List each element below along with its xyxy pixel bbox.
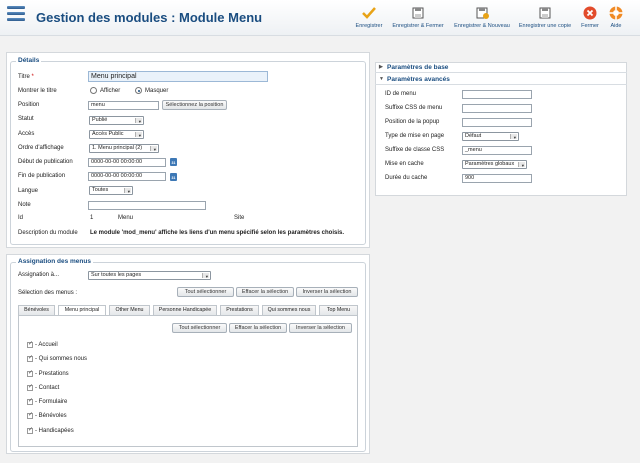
- check-icon: [362, 6, 376, 20]
- menu-item-label: - Prestations: [35, 371, 69, 377]
- menu-item-checkbox[interactable]: [27, 397, 33, 405]
- assignment-legend: Assignation des menus: [16, 258, 93, 265]
- clear-selection-button[interactable]: Effacer la sélection: [236, 287, 294, 297]
- tab-invert-selection-button[interactable]: Inverser la sélection: [289, 323, 352, 333]
- save-close-icon: [411, 6, 425, 20]
- menu-item-label: - Bénévoles: [35, 413, 67, 419]
- description-label: Description du module: [18, 230, 78, 236]
- css-class-suffix-input[interactable]: _menu: [462, 146, 532, 155]
- tab-select-all-button[interactable]: Tout sélectionner: [172, 323, 227, 333]
- menu-item-label: - Handicapées: [35, 428, 74, 434]
- publish-start-input[interactable]: 0000-00-00 00:00:00: [88, 158, 166, 167]
- triangle-right-icon: ▶: [379, 64, 383, 70]
- show-title-radio[interactable]: [90, 87, 97, 94]
- id-value: 1: [90, 215, 94, 221]
- menu-item-label: - Contact: [35, 385, 60, 391]
- show-title-label: Montrer le titre: [18, 88, 57, 94]
- note-input[interactable]: [88, 201, 206, 210]
- page-title: Gestion des modules : Module Menu: [36, 10, 263, 25]
- status-label: Statut: [18, 116, 34, 122]
- cache-time-label: Durée du cache: [385, 175, 428, 181]
- save-copy-button[interactable]: Enregistrer une copie: [516, 6, 574, 29]
- advanced-params-header[interactable]: ▼ Paramètres avancés: [375, 74, 627, 85]
- chevron-down-icon: ▾: [127, 189, 130, 194]
- cache-label: Mise en cache: [385, 161, 424, 167]
- id-menu-text: Menu: [118, 215, 134, 221]
- menu-css-suffix-input[interactable]: [462, 104, 532, 113]
- popup-position-input[interactable]: [462, 118, 532, 127]
- calendar-icon[interactable]: 31: [170, 173, 177, 181]
- layout-type-select[interactable]: Défaut ▾: [462, 132, 519, 141]
- status-select[interactable]: Publié ▾: [89, 116, 144, 125]
- note-label: Note: [18, 202, 31, 208]
- save-close-button[interactable]: Enregistrer & Fermer: [388, 6, 448, 29]
- menu-id-label: ID de menu: [385, 91, 417, 97]
- hide-title-option-label: Masquer: [145, 88, 169, 94]
- close-button[interactable]: Fermer: [579, 6, 601, 29]
- show-title-option-label: Afficher: [100, 88, 121, 94]
- chevron-down-icon: ▾: [153, 147, 156, 152]
- publish-end-input[interactable]: 0000-00-00 00:00:00: [88, 172, 166, 181]
- chevron-down-icon: ▾: [138, 133, 141, 138]
- publish-start-label: Début de publication: [18, 159, 73, 165]
- select-all-button[interactable]: Tout sélectionner: [177, 287, 234, 297]
- menu-module-icon: [7, 6, 25, 26]
- close-icon: [583, 6, 597, 20]
- menu-item-label: - Formulaire: [35, 399, 68, 405]
- invert-selection-button[interactable]: Inverser la sélection: [296, 287, 358, 297]
- language-select[interactable]: Toutes ▾: [89, 186, 133, 195]
- menu-item-checkbox[interactable]: [27, 340, 33, 348]
- chevron-down-icon: ▾: [513, 135, 516, 140]
- menu-selection-label: Sélection des menus :: [18, 290, 78, 296]
- chevron-down-icon: ▾: [138, 119, 141, 124]
- title-input[interactable]: Menu principal: [88, 71, 268, 82]
- assign-to-label: Assignation à...: [18, 272, 60, 278]
- menu-item-label: - Qui sommes nous: [35, 356, 88, 362]
- position-label: Position: [18, 102, 40, 108]
- basic-params-header[interactable]: ▶ Paramètres de base: [375, 62, 627, 73]
- help-icon: [609, 6, 623, 20]
- css-class-suffix-label: Suffixe de classe CSS: [385, 147, 445, 153]
- cache-select[interactable]: Paramètres globaux ▾: [462, 160, 527, 169]
- hide-title-radio[interactable]: [135, 87, 142, 94]
- details-fieldset: [10, 61, 366, 245]
- calendar-icon[interactable]: 31: [170, 158, 177, 166]
- save-copy-icon: [538, 6, 552, 20]
- access-label: Accès: [18, 131, 35, 137]
- save-button[interactable]: Enregistrer: [352, 6, 386, 29]
- assign-to-select[interactable]: Sur toutes les pages ▾: [88, 271, 211, 280]
- menu-item-checkbox[interactable]: [27, 354, 33, 362]
- layout-type-label: Type de mise en page: [385, 133, 445, 139]
- position-input[interactable]: menu: [88, 101, 159, 110]
- menu-item-checkbox[interactable]: [27, 383, 33, 391]
- language-label: Langue: [18, 188, 39, 194]
- id-site-text: Site: [234, 215, 245, 221]
- help-button[interactable]: Aide: [605, 6, 627, 29]
- select-position-button[interactable]: Sélectionnez la position: [162, 100, 227, 110]
- toolbar: Gestion des modules : Module Menu Enregi…: [0, 0, 640, 36]
- chevron-down-icon: ▾: [205, 274, 208, 279]
- order-label: Ordre d'affichage: [18, 145, 64, 151]
- save-new-icon: [475, 6, 489, 20]
- triangle-down-icon: ▼: [379, 76, 384, 82]
- details-legend: Détails: [16, 57, 42, 64]
- popup-position-label: Position de la popup: [385, 119, 440, 125]
- menu-item-checkbox[interactable]: [27, 411, 33, 419]
- publish-end-label: Fin de publication: [18, 173, 66, 179]
- save-new-button[interactable]: Enregistrer & Nouveau: [451, 6, 513, 29]
- tab-clear-selection-button[interactable]: Effacer la sélection: [229, 323, 287, 333]
- order-select[interactable]: 1. Menu principal (2) ▾: [89, 144, 159, 153]
- chevron-down-icon: ▾: [521, 163, 524, 168]
- cache-time-input[interactable]: 900: [462, 174, 532, 183]
- id-label: Id: [18, 215, 24, 221]
- menu-css-suffix-label: Suffixe CSS de menu: [385, 105, 443, 111]
- menu-item-label: - Accueil: [35, 342, 58, 348]
- description-text: Le module 'mod_menu' affiche les liens d…: [90, 230, 345, 236]
- menu-item-checkbox[interactable]: [27, 426, 33, 434]
- title-label: Titre *: [18, 74, 34, 80]
- menu-item-checkbox[interactable]: [27, 369, 33, 377]
- access-select[interactable]: Accès Public ▾: [89, 130, 144, 139]
- menu-id-input[interactable]: [462, 90, 532, 99]
